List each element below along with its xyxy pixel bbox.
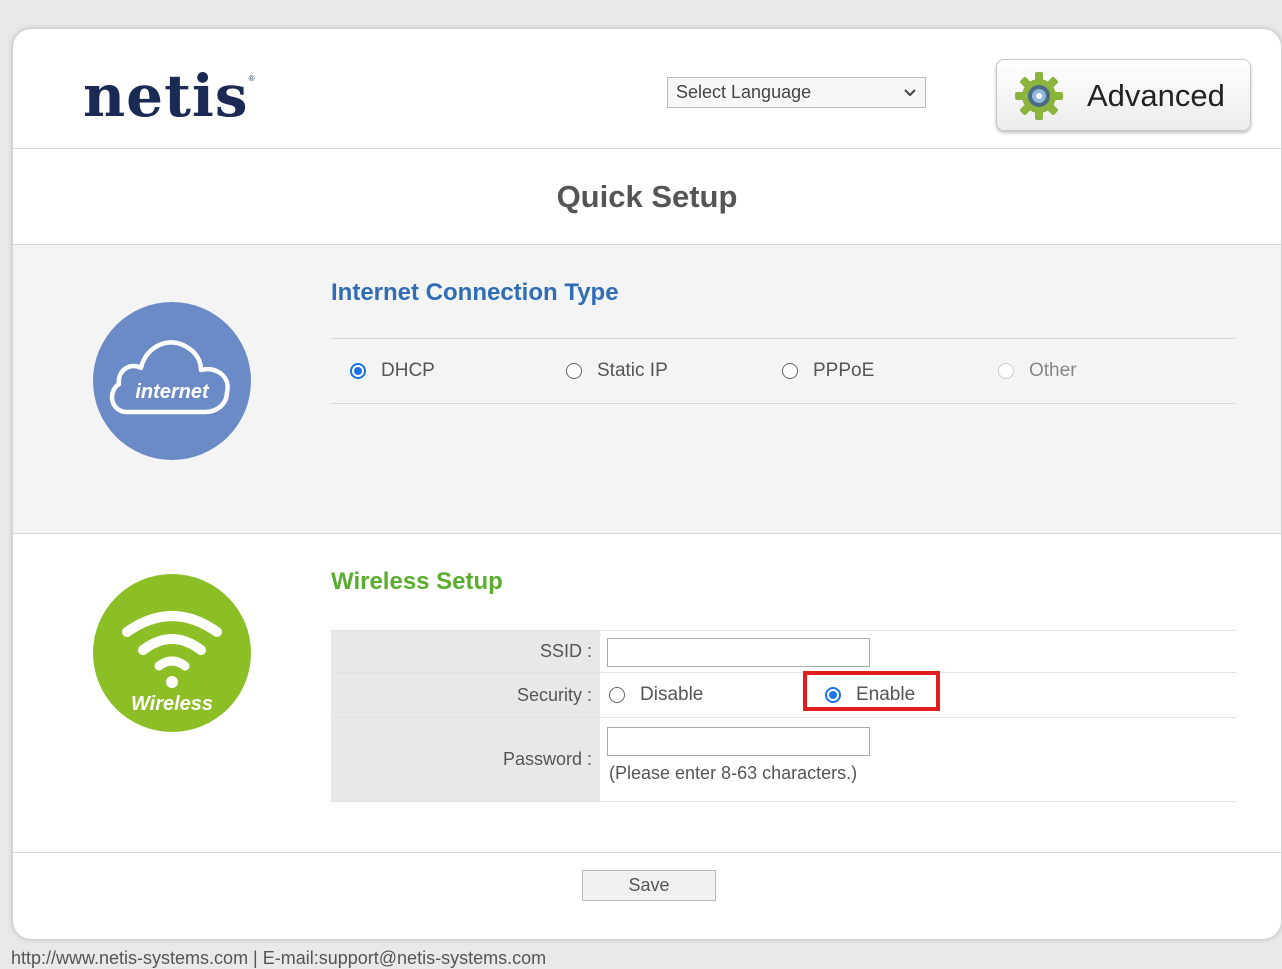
internet-icon-label: internet bbox=[135, 381, 210, 403]
logo-text: netis bbox=[83, 62, 249, 130]
radio-dhcp-circle[interactable] bbox=[350, 363, 366, 379]
radio-other-label: Other bbox=[1029, 360, 1077, 381]
password-hint: (Please enter 8-63 characters.) bbox=[609, 763, 858, 783]
ssid-row: SSID : bbox=[331, 631, 1236, 673]
radio-security-enable-label: Enable bbox=[856, 684, 916, 705]
advanced-button[interactable]: Advanced bbox=[996, 59, 1251, 131]
radio-static-ip[interactable]: Static IP bbox=[566, 359, 668, 383]
password-input[interactable] bbox=[607, 727, 870, 756]
radio-static-ip-label: Static IP bbox=[597, 360, 668, 381]
chevron-down-icon bbox=[903, 82, 917, 108]
radio-other: Other bbox=[998, 359, 1077, 383]
wireless-section: Wireless Wireless Setup SSID : Security … bbox=[13, 534, 1281, 853]
radio-dhcp[interactable]: DHCP bbox=[350, 359, 435, 383]
wifi-icon: Wireless bbox=[93, 574, 251, 732]
cloud-icon: internet bbox=[93, 302, 251, 460]
advanced-label: Advanced bbox=[1087, 78, 1225, 113]
wireless-form: SSID : Security : Disable Enable Passwor… bbox=[331, 630, 1236, 802]
internet-section: internet Internet Connection Type DHCP S… bbox=[13, 245, 1281, 534]
title-row: Quick Setup bbox=[13, 149, 1281, 245]
security-field-cell: Disable Enable bbox=[600, 671, 1236, 717]
radio-security-disable-circle[interactable] bbox=[609, 687, 625, 703]
page-title: Quick Setup bbox=[556, 179, 738, 214]
radio-security-disable[interactable]: Disable bbox=[609, 683, 703, 707]
header: netis® Select Language Advanced bbox=[13, 29, 1281, 149]
radio-security-enable[interactable]: Enable bbox=[825, 683, 915, 707]
password-row: Password : (Please enter 8-63 characters… bbox=[331, 718, 1236, 802]
radio-other-circle bbox=[998, 363, 1014, 379]
security-label: Security : bbox=[331, 673, 600, 717]
security-row: Security : Disable Enable bbox=[331, 671, 1236, 718]
password-field-cell: (Please enter 8-63 characters.) bbox=[600, 718, 1236, 801]
ssid-input[interactable] bbox=[607, 638, 870, 667]
password-label: Password : bbox=[331, 718, 600, 801]
language-select[interactable]: Select Language bbox=[667, 77, 926, 108]
connection-type-options: DHCP Static IP PPPoE Other bbox=[331, 338, 1235, 404]
radio-pppoe[interactable]: PPPoE bbox=[782, 359, 874, 383]
save-button[interactable]: Save bbox=[582, 870, 716, 901]
internet-connection-title: Internet Connection Type bbox=[331, 279, 619, 306]
main-card: netis® Select Language Advanced Quick Se… bbox=[13, 29, 1281, 939]
language-select-value: Select Language bbox=[676, 82, 812, 102]
wireless-setup-title: Wireless Setup bbox=[331, 568, 503, 595]
wireless-icon-label: Wireless bbox=[131, 693, 213, 715]
radio-pppoe-circle[interactable] bbox=[782, 363, 798, 379]
radio-security-disable-label: Disable bbox=[640, 684, 704, 705]
radio-dhcp-label: DHCP bbox=[381, 360, 435, 381]
ssid-label: SSID : bbox=[331, 631, 600, 672]
ssid-field-cell bbox=[600, 631, 1236, 672]
gear-icon bbox=[1013, 70, 1065, 122]
radio-pppoe-label: PPPoE bbox=[813, 360, 875, 381]
netis-logo: netis® bbox=[83, 67, 255, 125]
radio-security-enable-circle[interactable] bbox=[825, 687, 841, 703]
footer-text: http://www.netis-systems.com | E-mail:su… bbox=[11, 948, 547, 968]
logo-registered-mark: ® bbox=[248, 74, 256, 83]
radio-static-ip-circle[interactable] bbox=[566, 363, 582, 379]
